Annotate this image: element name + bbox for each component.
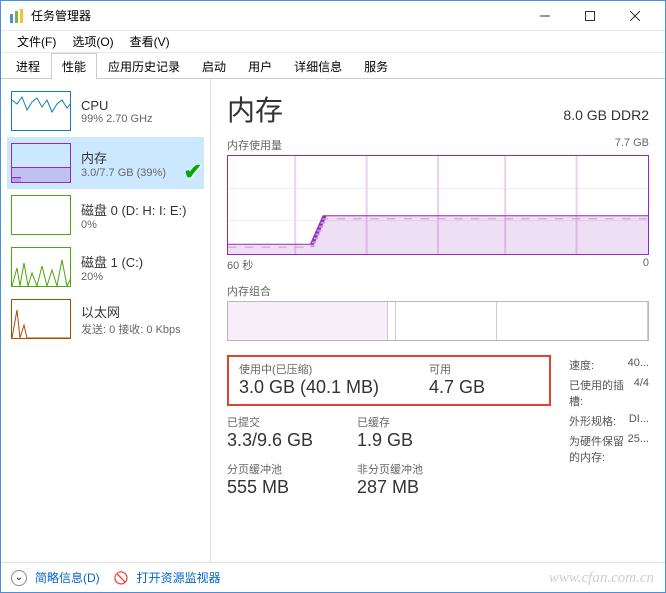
disk1-sub: 20% [81, 271, 200, 283]
mem-sub: 3.0/7.7 GB (39%) [81, 167, 200, 179]
committed-label: 已提交 [227, 414, 337, 430]
in-use-label: 使用中(已压缩) [239, 361, 409, 377]
usage-max: 7.7 GB [615, 137, 649, 153]
avail-label: 可用 [429, 361, 539, 377]
highlight-box: 使用中(已压缩) 3.0 GB (40.1 MB) 可用 4.7 GB [227, 355, 551, 406]
paged-value: 555 MB [227, 477, 337, 498]
tab-users[interactable]: 用户 [237, 53, 283, 79]
main-panel: 内存 8.0 GB DDR2 内存使用量 7.7 GB [211, 79, 665, 562]
stats-left: 使用中(已压缩) 3.0 GB (40.1 MB) 可用 4.7 GB 已提交 [227, 355, 551, 508]
disk1-title: 磁盘 1 (C:) [81, 252, 200, 271]
watermark: www.cfan.com.cn [549, 570, 654, 587]
paged-label: 分页缓冲池 [227, 461, 337, 477]
capacity-label: 8.0 GB DDR2 [563, 107, 649, 123]
tab-process[interactable]: 进程 [5, 53, 51, 79]
collapse-icon[interactable]: ⌄ [11, 570, 27, 586]
slots-label: 已使用的插槽: [569, 377, 634, 409]
sidebar-item-disk0[interactable]: 磁盘 0 (D: H: I: E:) 0% [7, 189, 204, 241]
tab-details[interactable]: 详细信息 [283, 53, 353, 79]
menu-options[interactable]: 选项(O) [64, 31, 121, 52]
maximize-button[interactable] [567, 2, 612, 30]
tab-history[interactable]: 应用历史记录 [97, 53, 191, 79]
minimize-button[interactable] [522, 2, 567, 30]
menu-view[interactable]: 查看(V) [122, 31, 178, 52]
menubar: 文件(F) 选项(O) 查看(V) [1, 31, 665, 53]
reserved-label: 为硬件保留的内存: [569, 433, 628, 465]
time-start: 60 秒 [227, 257, 253, 273]
page-title: 内存 [227, 89, 283, 129]
brief-info-link[interactable]: 简略信息(D) [35, 569, 100, 586]
avail-value: 4.7 GB [429, 377, 539, 398]
sidebar: CPU 99% 2.70 GHz 内存 3.0/7.7 GB (39%) ✔ 磁… [1, 79, 211, 562]
nonpaged-label: 非分页缓冲池 [357, 461, 467, 477]
app-icon [9, 8, 25, 24]
time-end: 0 [643, 257, 649, 273]
slots-value: 4/4 [634, 377, 649, 409]
close-button[interactable] [612, 2, 657, 30]
disk0-sub: 0% [81, 219, 200, 231]
tab-services[interactable]: 服务 [353, 53, 399, 79]
sidebar-item-memory[interactable]: 内存 3.0/7.7 GB (39%) ✔ [7, 137, 204, 189]
titlebar: 任务管理器 [1, 1, 665, 31]
committed-value: 3.3/9.6 GB [227, 430, 337, 451]
sidebar-item-cpu[interactable]: CPU 99% 2.70 GHz [7, 85, 204, 137]
composition-chart[interactable] [227, 301, 649, 341]
cached-label: 已缓存 [357, 414, 467, 430]
tab-performance[interactable]: 性能 [51, 53, 97, 79]
disk0-title: 磁盘 0 (D: H: I: E:) [81, 200, 200, 219]
tab-startup[interactable]: 启动 [191, 53, 237, 79]
resource-monitor-link[interactable]: 打开资源监视器 [137, 569, 221, 586]
window-title: 任务管理器 [31, 7, 522, 24]
speed-value: 40... [628, 357, 649, 373]
mem-thumb [11, 143, 71, 183]
speed-label: 速度: [569, 357, 594, 373]
comp-label: 内存组合 [227, 283, 271, 299]
form-label: 外形规格: [569, 413, 616, 429]
cpu-title: CPU [81, 98, 200, 113]
net-thumb [11, 299, 71, 339]
checkmark-icon: ✔ [184, 159, 202, 185]
memory-chart[interactable] [227, 155, 649, 255]
monitor-icon: 🚫 [114, 571, 129, 585]
cached-value: 1.9 GB [357, 430, 467, 451]
net-sub: 发送: 0 接收: 0 Kbps [81, 321, 200, 337]
net-title: 以太网 [81, 302, 200, 321]
disk0-thumb [11, 195, 71, 235]
stats-right: 速度: 40... 已使用的插槽:4/4 外形规格: DI... 为硬件保留的内存:… [569, 355, 649, 508]
nonpaged-value: 287 MB [357, 477, 467, 498]
disk1-thumb [11, 247, 71, 287]
sidebar-item-disk1[interactable]: 磁盘 1 (C:) 20% [7, 241, 204, 293]
cpu-sub: 99% 2.70 GHz [81, 113, 200, 125]
sidebar-item-ethernet[interactable]: 以太网 发送: 0 接收: 0 Kbps [7, 293, 204, 345]
cpu-thumb [11, 91, 71, 131]
reserved-value: 25... [628, 433, 649, 465]
tabbar: 进程 性能 应用历史记录 启动 用户 详细信息 服务 [1, 53, 665, 79]
mem-title: 内存 [81, 148, 200, 167]
usage-label: 内存使用量 [227, 137, 282, 153]
form-value: DI... [629, 413, 649, 429]
in-use-value: 3.0 GB (40.1 MB) [239, 377, 409, 398]
menu-file[interactable]: 文件(F) [9, 31, 64, 52]
